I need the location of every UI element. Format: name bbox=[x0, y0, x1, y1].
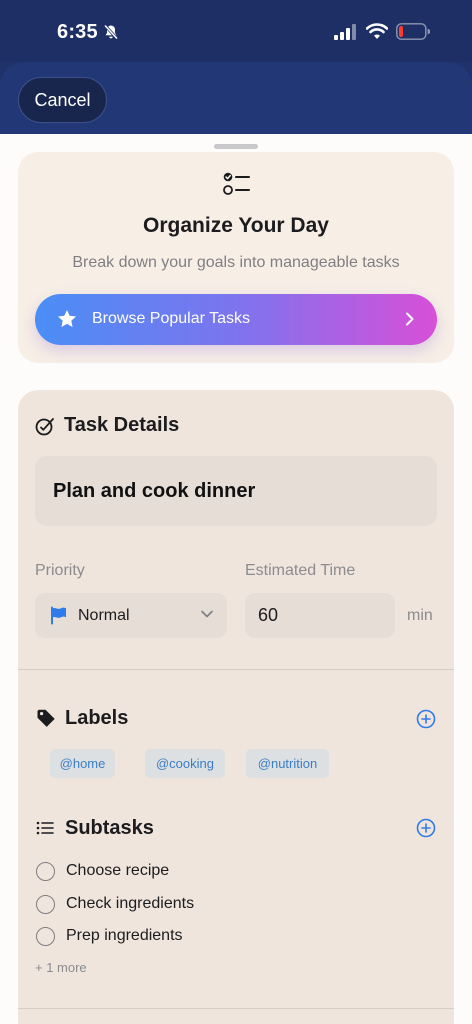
battery-icon bbox=[396, 23, 430, 40]
estimated-time-label: Estimated Time bbox=[245, 562, 356, 579]
estimated-time-input[interactable]: 60 bbox=[245, 593, 395, 638]
checklist-icon bbox=[223, 172, 250, 195]
wifi-icon bbox=[366, 23, 388, 39]
subtask-label: Choose recipe bbox=[66, 862, 170, 879]
sheet-grabber[interactable] bbox=[214, 144, 258, 149]
signal-icon bbox=[334, 24, 356, 40]
star-icon bbox=[58, 310, 76, 327]
subtask-checkbox[interactable] bbox=[36, 895, 55, 914]
intro-subtitle: Break down your goals into manageable ta… bbox=[72, 254, 400, 271]
subtask-label: Check ingredients bbox=[66, 895, 195, 912]
status-bar: 6:35 bbox=[0, 0, 472, 62]
browse-popular-tasks-label: Browse Popular Tasks bbox=[92, 310, 250, 327]
priority-value: Normal bbox=[78, 607, 130, 624]
task-name-field[interactable]: Plan and cook dinner bbox=[35, 456, 437, 526]
cancel-button[interactable]: Cancel bbox=[18, 77, 107, 123]
add-label-icon[interactable] bbox=[416, 709, 436, 729]
priority-select[interactable]: Normal bbox=[35, 593, 227, 638]
section-divider bbox=[18, 1008, 454, 1009]
flag-icon bbox=[51, 606, 66, 625]
label-chip-cooking[interactable]: @cooking bbox=[145, 749, 225, 778]
mute-bell-icon bbox=[103, 24, 119, 40]
add-subtask-icon[interactable] bbox=[416, 818, 436, 838]
more-subtasks-link[interactable]: + 1 more bbox=[35, 960, 87, 975]
estimated-time-unit: min bbox=[407, 607, 433, 624]
task-edit-icon bbox=[35, 418, 54, 436]
priority-label: Priority bbox=[35, 562, 85, 579]
label-chip-home[interactable]: @home bbox=[50, 749, 115, 778]
browse-popular-tasks-button[interactable]: Browse Popular Tasks bbox=[35, 294, 437, 345]
intro-title: Organize Your Day bbox=[143, 214, 329, 237]
subtasks-title: Subtasks bbox=[65, 817, 154, 839]
label-chip-nutrition[interactable]: @nutrition bbox=[246, 749, 329, 778]
status-time: 6:35 bbox=[57, 21, 98, 43]
subtask-label: Prep ingredients bbox=[66, 927, 183, 944]
section-divider bbox=[18, 669, 454, 670]
tag-icon bbox=[37, 709, 55, 727]
task-details-title: Task Details bbox=[64, 414, 180, 436]
subtask-checkbox[interactable] bbox=[36, 927, 55, 946]
list-icon bbox=[36, 821, 54, 835]
chevron-down-icon bbox=[201, 610, 213, 618]
subtask-checkbox[interactable] bbox=[36, 862, 55, 881]
chevron-right-icon bbox=[406, 312, 414, 326]
labels-title: Labels bbox=[65, 707, 129, 729]
